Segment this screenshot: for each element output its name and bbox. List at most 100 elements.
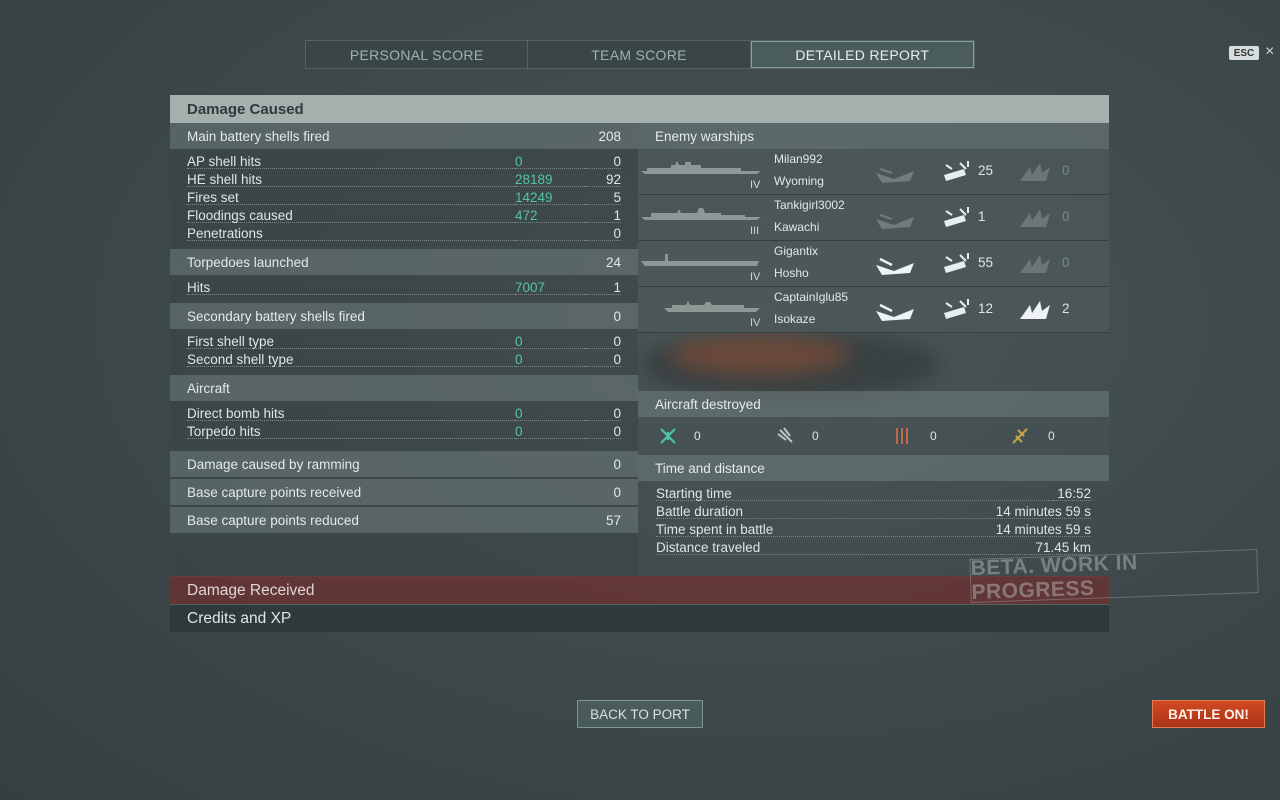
stat-value: 0	[585, 155, 621, 169]
ship-name: Wyoming	[774, 174, 824, 188]
stat-label: First shell type	[187, 335, 515, 349]
back-to-port-button[interactable]: BACK TO PORT	[577, 700, 703, 728]
capture-reduced-row: Base capture points reduced 57	[170, 507, 638, 533]
stat-label: Fires set	[187, 191, 515, 205]
stat-row: Second shell type 0 0	[170, 351, 638, 369]
hits-count: 12	[978, 301, 994, 316]
fire-icon	[1020, 301, 1050, 319]
battleship-silhouette-icon	[641, 161, 761, 174]
detailed-report-panel: Damage Caused Main battery shells fired …	[170, 95, 1109, 632]
capture-reduced-label: Base capture points reduced	[187, 512, 359, 528]
stat-label: Second shell type	[187, 353, 515, 367]
time-value: 14 minutes 59 s	[991, 505, 1091, 519]
fires-count: 2	[1062, 301, 1070, 316]
enemy-warships-label: Enemy warships	[655, 128, 755, 144]
smoke-gap	[638, 333, 1109, 391]
tab-detailed-report[interactable]: DETAILED REPORT	[750, 41, 974, 68]
main-battery-value: 208	[598, 128, 621, 144]
enemy-ship-row[interactable]: IV Gigantix Hosho 55 0	[638, 241, 1109, 287]
capture-received-row: Base capture points received 0	[170, 479, 638, 505]
time-row: Battle duration 14 minutes 59 s	[638, 503, 1109, 521]
time-row: Time spent in battle 14 minutes 59 s	[638, 521, 1109, 539]
stat-row: Torpedo hits 0 0	[170, 423, 638, 441]
aircraft-header: Aircraft	[170, 375, 638, 401]
aircraft-destroyed-row: 0 0 0 0	[638, 417, 1109, 455]
aircraft-count: 0	[812, 429, 819, 443]
stat-value: 1	[585, 281, 621, 295]
stat-damage: 28189	[515, 173, 585, 187]
beta-watermark: BETA. WORK IN PROGRESS	[969, 548, 1259, 604]
enemy-ship-row[interactable]: III Tankigirl3002 Kawachi 1 0	[638, 195, 1109, 241]
aircraft-destroyed-header: Aircraft destroyed	[638, 391, 1109, 417]
stat-row: Direct bomb hits 0 0	[170, 405, 638, 423]
ship-name: Isokaze	[774, 312, 816, 326]
credits-xp-section[interactable]: Credits and XP	[170, 604, 1109, 632]
time-distance-header: Time and distance	[638, 455, 1109, 481]
stat-damage: 7007	[515, 281, 585, 295]
fire-icon	[1020, 209, 1050, 227]
time-label: Starting time	[656, 487, 1054, 501]
stat-row: Hits 7007 1	[170, 279, 638, 297]
torpedoes-header: Torpedoes launched 24	[170, 249, 638, 275]
stat-value: 0	[585, 407, 621, 421]
secondary-battery-header: Secondary battery shells fired 0	[170, 303, 638, 329]
enemy-ship-row[interactable]: IV Milan992 Wyoming 25 0	[638, 149, 1109, 195]
damage-caused-header[interactable]: Damage Caused	[170, 95, 1109, 123]
stat-label: Hits	[187, 281, 515, 295]
aircraft-label: Aircraft	[187, 380, 230, 396]
tab-team-score[interactable]: TEAM SCORE	[528, 41, 751, 68]
main-battery-header: Main battery shells fired 208	[170, 123, 638, 149]
ship-tier: III	[750, 225, 760, 237]
capture-received-label: Base capture points received	[187, 484, 362, 500]
stat-row: Floodings caused 472 1	[170, 207, 638, 225]
aircraft-count: 0	[1048, 429, 1055, 443]
ship-destroyed-icon	[876, 168, 914, 183]
stat-value: 92	[585, 173, 621, 187]
damage-received-section[interactable]: Damage Received	[170, 576, 1109, 604]
aircraft-count: 0	[930, 429, 937, 443]
secondary-value: 0	[613, 308, 621, 324]
time-value: 16:52	[1053, 487, 1091, 501]
player-name: Tankigirl3002	[774, 198, 845, 212]
damage-caused-right-column: Enemy warships IV Milan992 Wyoming 25 0	[638, 123, 1109, 576]
hits-count: 25	[978, 163, 994, 178]
capture-reduced-value: 57	[605, 512, 621, 528]
torpedoes-value: 24	[605, 254, 621, 270]
ramming-value: 0	[613, 456, 621, 472]
time-label: Time spent in battle	[656, 523, 992, 537]
aircraft-count: 0	[694, 429, 701, 443]
stat-damage: 0	[515, 155, 585, 169]
player-name: CaptainIglu85	[774, 290, 849, 304]
stat-value: 0	[585, 335, 621, 349]
capture-received-value: 0	[613, 484, 621, 500]
time-value: 14 minutes 59 s	[991, 523, 1091, 537]
stat-damage: 0	[515, 353, 585, 367]
ship-destroyed-icon	[876, 303, 914, 321]
fires-count: 0	[1062, 209, 1070, 224]
stat-row: Penetrations 0	[170, 225, 638, 243]
stat-damage	[515, 227, 585, 241]
tab-personal-score[interactable]: PERSONAL SCORE	[306, 41, 529, 68]
ship-name: Kawachi	[774, 220, 820, 234]
enemy-warships-list: IV Milan992 Wyoming 25 0 III Tankigirl30…	[638, 149, 1109, 333]
battle-on-button[interactable]: BATTLE ON!	[1152, 700, 1265, 728]
stat-damage: 14249	[515, 191, 585, 205]
stat-label: Torpedo hits	[187, 425, 515, 439]
stat-value: 0	[585, 227, 621, 241]
time-distance-block: Starting time 16:52 Battle duration 14 min…	[638, 481, 1109, 563]
esc-key-hint[interactable]: ESC	[1229, 46, 1259, 60]
close-icon[interactable]: ×	[1265, 43, 1274, 61]
stat-label: AP shell hits	[187, 155, 515, 169]
fires-count: 0	[1062, 255, 1070, 270]
stat-row: Fires set 14249 5	[170, 189, 638, 207]
player-name: Milan992	[774, 152, 823, 166]
torpedo-bomber-icon	[777, 427, 793, 443]
fire-icon	[1020, 163, 1050, 181]
torpedoes-label: Torpedoes launched	[187, 254, 309, 270]
secondary-label: Secondary battery shells fired	[187, 308, 365, 324]
stat-row: First shell type 0 0	[170, 333, 638, 351]
enemy-ship-row[interactable]: IV CaptainIglu85 Isokaze 12 2	[638, 287, 1109, 333]
scout-plane-icon	[1012, 428, 1028, 444]
stat-label: HE shell hits	[187, 173, 515, 187]
stat-value: 1	[585, 209, 621, 223]
